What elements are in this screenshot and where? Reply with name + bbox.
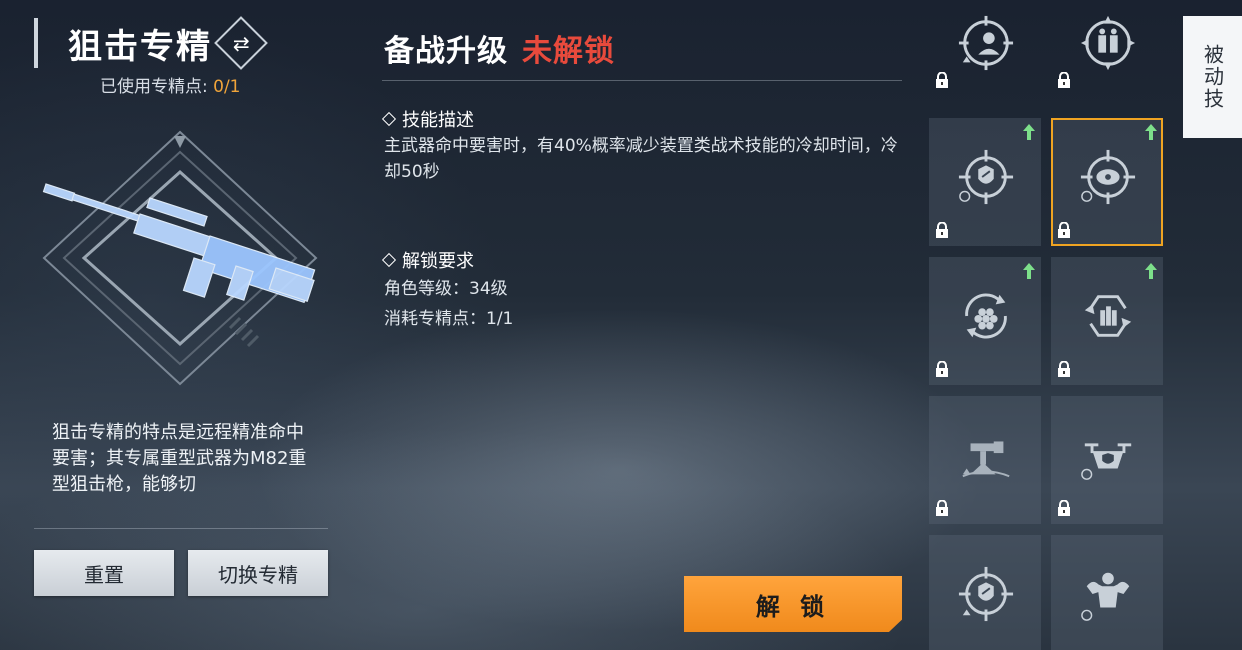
skill-desc-header: 技能描述 bbox=[381, 106, 474, 132]
weapon-image-frame bbox=[40, 128, 320, 388]
crosshair-shield-icon bbox=[957, 565, 1015, 623]
unlock-button[interactable]: 解 锁 bbox=[684, 576, 902, 632]
left-divider bbox=[34, 528, 328, 529]
crosshair-team-icon bbox=[1079, 14, 1137, 72]
crosshair-device-icon bbox=[1079, 148, 1137, 206]
upgrade-title-text: 备战升级 bbox=[384, 34, 508, 69]
skill-tile-turret[interactable] bbox=[929, 396, 1041, 524]
lock-icon bbox=[935, 71, 949, 88]
upgrade-arrow-icon bbox=[1145, 124, 1157, 140]
spec-title-group: 狙击专精 ⇄ bbox=[34, 16, 268, 70]
upgrade-arrow-icon bbox=[1023, 263, 1035, 279]
turret-icon bbox=[957, 426, 1015, 484]
swap-arrows-icon[interactable]: ⇄ bbox=[214, 16, 268, 70]
lock-icon bbox=[935, 499, 949, 516]
diamond-bullet-icon bbox=[381, 252, 397, 268]
upgrade-title: 备战升级 未解锁 bbox=[384, 26, 615, 70]
lock-icon bbox=[1057, 360, 1071, 377]
skill-tile-crosshair-team[interactable] bbox=[1051, 0, 1163, 108]
upgrade-arrow-icon bbox=[1145, 263, 1157, 279]
ammo-refresh-icon bbox=[1079, 287, 1137, 345]
muscle-icon bbox=[1079, 565, 1137, 623]
skill-tile-rotate-hex[interactable] bbox=[929, 257, 1041, 385]
passive-skill-tab[interactable]: 被动技 bbox=[1183, 16, 1242, 138]
crosshair-shield-icon bbox=[957, 148, 1015, 206]
upgrade-status: 未解锁 bbox=[522, 34, 615, 69]
sniper-rifle-icon bbox=[42, 130, 318, 386]
title-accent-bar bbox=[34, 18, 38, 68]
skill-tile-ammo-refresh[interactable] bbox=[1051, 257, 1163, 385]
lock-icon bbox=[1057, 71, 1071, 88]
skill-tile-crosshair-person[interactable] bbox=[929, 0, 1041, 108]
lock-icon bbox=[1057, 221, 1071, 238]
unlock-req-header: 解锁要求 bbox=[381, 247, 474, 273]
skill-tile-crosshair-shield-2[interactable] bbox=[929, 535, 1041, 650]
switch-spec-button[interactable]: 切换专精 bbox=[188, 550, 328, 596]
used-points-label: 已使用专精点: bbox=[100, 77, 208, 97]
diamond-bullet-icon bbox=[381, 111, 397, 127]
reset-button[interactable]: 重置 bbox=[34, 550, 174, 596]
req-points: 消耗专精点：1/1 bbox=[384, 309, 514, 329]
middle-divider bbox=[382, 80, 902, 81]
unlock-req-header-text: 解锁要求 bbox=[402, 251, 474, 272]
spec-title: 狙击专精 bbox=[68, 26, 212, 67]
crosshair-person-icon bbox=[957, 14, 1015, 72]
used-points-line: 已使用专精点: 0/1 bbox=[100, 72, 241, 97]
skill-tile-crosshair-shield[interactable] bbox=[929, 118, 1041, 246]
spec-description: 狙击专精的特点是远程精准命中要害；其专属重型武器为M82重型狙击枪，能够切 bbox=[52, 422, 307, 494]
lock-icon bbox=[935, 360, 949, 377]
skill-tile-muscle[interactable] bbox=[1051, 535, 1163, 650]
drone-icon bbox=[1079, 426, 1137, 484]
req-level: 角色等级：34级 bbox=[384, 279, 508, 299]
rotate-hex-icon bbox=[957, 287, 1015, 345]
lock-icon bbox=[1057, 499, 1071, 516]
lock-icon bbox=[935, 221, 949, 238]
upgrade-arrow-icon bbox=[1023, 124, 1035, 140]
used-points-value: 0/1 bbox=[213, 77, 241, 97]
skill-desc-header-text: 技能描述 bbox=[402, 110, 474, 131]
skill-tile-drone[interactable] bbox=[1051, 396, 1163, 524]
skill-tile-crosshair-device[interactable] bbox=[1051, 118, 1163, 246]
skill-description: 主武器命中要害时，有40%概率减少装置类战术技能的冷却时间，冷却50秒 bbox=[384, 136, 898, 182]
